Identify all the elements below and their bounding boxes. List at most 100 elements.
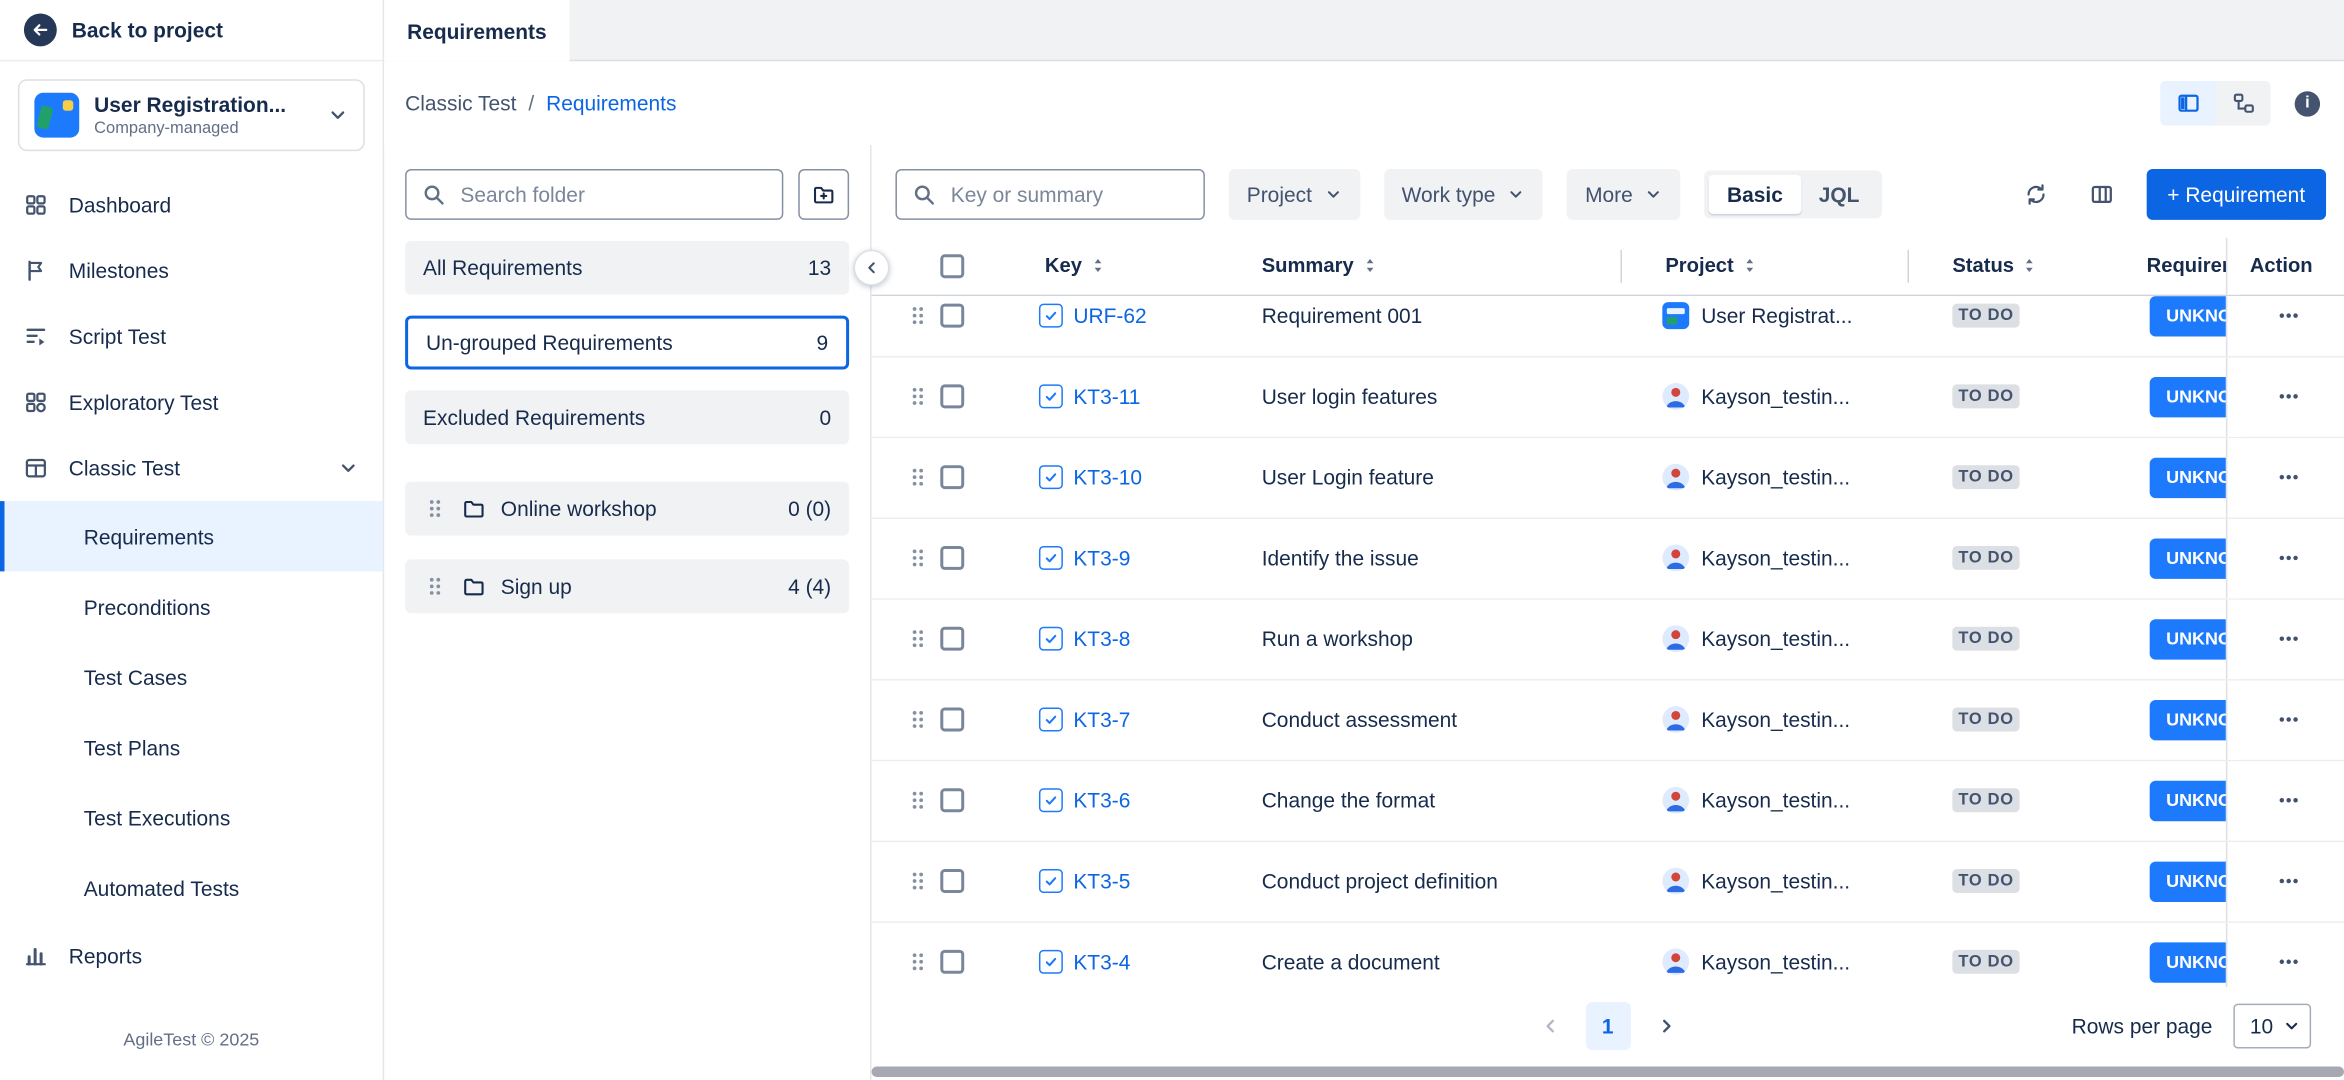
group-excluded-requirements[interactable]: Excluded Requirements 0 bbox=[405, 390, 849, 444]
column-header-project[interactable]: Project bbox=[1620, 238, 1907, 294]
breadcrumb-parent[interactable]: Classic Test bbox=[405, 91, 516, 115]
drag-handle-icon[interactable] bbox=[895, 599, 940, 678]
column-header-requirement[interactable]: Requirement bbox=[2135, 238, 2226, 294]
more-filter-button[interactable]: More bbox=[1567, 169, 1680, 220]
add-requirement-button[interactable]: + Requirement bbox=[2146, 169, 2326, 220]
issue-key-link[interactable]: KT3-5 bbox=[1073, 869, 1130, 893]
row-checkbox[interactable] bbox=[940, 385, 964, 409]
sidebar-item-test-cases[interactable]: Test Cases bbox=[0, 642, 383, 712]
next-page-button[interactable] bbox=[1645, 1002, 1687, 1050]
sidebar-item-classic-test[interactable]: Classic Test bbox=[0, 435, 383, 501]
tab-requirements[interactable]: Requirements bbox=[384, 0, 569, 61]
back-to-project-button[interactable]: Back to project bbox=[0, 0, 383, 61]
sidebar-item-automated-tests[interactable]: Automated Tests bbox=[0, 853, 383, 923]
page-number-button[interactable]: 1 bbox=[1585, 1002, 1630, 1050]
row-checkbox[interactable] bbox=[940, 465, 964, 489]
row-actions-button[interactable] bbox=[2265, 863, 2313, 899]
row-actions-button[interactable] bbox=[2265, 944, 2313, 980]
summary-cell[interactable]: Change the format bbox=[1254, 761, 1620, 840]
project-filter-button[interactable]: Project bbox=[1229, 169, 1360, 220]
group-all-requirements[interactable]: All Requirements 13 bbox=[405, 241, 849, 295]
column-header-summary[interactable]: Summary bbox=[1254, 238, 1620, 294]
row-checkbox[interactable] bbox=[940, 304, 964, 328]
issue-key-link[interactable]: KT3-11 bbox=[1073, 385, 1140, 409]
drag-handle-icon[interactable] bbox=[423, 574, 447, 598]
jql-mode-button[interactable]: JQL bbox=[1801, 175, 1878, 214]
breadcrumb-current[interactable]: Requirements bbox=[546, 91, 676, 115]
drag-handle-icon[interactable] bbox=[895, 761, 940, 840]
rows-per-page-select[interactable]: 10 bbox=[2233, 1004, 2311, 1049]
folder-search-input[interactable] bbox=[457, 181, 766, 208]
row-actions-button[interactable] bbox=[2265, 540, 2313, 576]
sidebar-item-script-test[interactable]: Script Test bbox=[0, 304, 383, 370]
sidebar-item-milestones[interactable]: Milestones bbox=[0, 238, 383, 304]
issue-key-link[interactable]: KT3-10 bbox=[1073, 465, 1142, 489]
issue-key-link[interactable]: KT3-8 bbox=[1073, 627, 1130, 651]
sidebar-item-exploratory-test[interactable]: Exploratory Test bbox=[0, 369, 383, 435]
summary-cell[interactable]: Run a workshop bbox=[1254, 599, 1620, 678]
key-summary-search-input[interactable] bbox=[948, 181, 1189, 208]
info-icon[interactable] bbox=[2295, 90, 2320, 115]
drag-handle-icon[interactable] bbox=[895, 519, 940, 598]
row-actions-button[interactable] bbox=[2265, 379, 2313, 415]
folder-item[interactable]: Sign up 4 (4) bbox=[405, 559, 849, 613]
sidebar-item-requirements[interactable]: Requirements bbox=[0, 501, 383, 571]
row-actions-button[interactable] bbox=[2265, 783, 2313, 819]
sidebar-item-test-executions[interactable]: Test Executions bbox=[0, 782, 383, 852]
basic-mode-button[interactable]: Basic bbox=[1709, 175, 1801, 214]
requirement-status-button[interactable]: UNKNOWN bbox=[2150, 700, 2226, 740]
panel-view-button[interactable] bbox=[2160, 81, 2215, 126]
summary-cell[interactable]: Conduct assessment bbox=[1254, 680, 1620, 759]
row-actions-button[interactable] bbox=[2265, 621, 2313, 657]
project-selector[interactable]: User Registration... Company-managed bbox=[18, 79, 365, 151]
requirement-status-button[interactable]: UNKNOWN bbox=[2150, 780, 2226, 820]
row-actions-button[interactable] bbox=[2265, 702, 2313, 738]
summary-cell[interactable]: Conduct project definition bbox=[1254, 842, 1620, 921]
drag-handle-icon[interactable] bbox=[895, 680, 940, 759]
column-header-key[interactable]: Key bbox=[985, 238, 1254, 294]
drag-handle-icon[interactable] bbox=[895, 296, 940, 356]
add-folder-button[interactable] bbox=[798, 169, 849, 220]
drag-handle-icon[interactable] bbox=[895, 357, 940, 436]
requirement-status-button[interactable]: UNKNOWN bbox=[2150, 538, 2226, 578]
row-checkbox[interactable] bbox=[940, 789, 964, 813]
sidebar-item-dashboard[interactable]: Dashboard bbox=[0, 172, 383, 238]
select-all-checkbox[interactable] bbox=[940, 254, 964, 278]
issue-key-link[interactable]: KT3-9 bbox=[1073, 546, 1130, 570]
issue-key-link[interactable]: KT3-6 bbox=[1073, 789, 1130, 813]
summary-cell[interactable]: User login features bbox=[1254, 357, 1620, 436]
issue-key-link[interactable]: KT3-7 bbox=[1073, 708, 1130, 732]
issue-key-link[interactable]: URF-62 bbox=[1073, 304, 1146, 328]
requirement-status-button[interactable]: UNKNOWN bbox=[2150, 861, 2226, 901]
columns-button[interactable] bbox=[2081, 174, 2123, 216]
column-header-status[interactable]: Status bbox=[1907, 238, 2134, 294]
requirement-status-button[interactable]: UNKNOWN bbox=[2150, 619, 2226, 659]
drag-handle-icon[interactable] bbox=[895, 922, 940, 987]
summary-cell[interactable]: Create a document bbox=[1254, 922, 1620, 987]
row-actions-button[interactable] bbox=[2265, 298, 2313, 334]
row-checkbox[interactable] bbox=[940, 546, 964, 570]
row-checkbox[interactable] bbox=[940, 627, 964, 651]
drag-handle-icon[interactable] bbox=[423, 497, 447, 521]
summary-cell[interactable]: Requirement 001 bbox=[1254, 296, 1620, 356]
drag-handle-icon[interactable] bbox=[895, 438, 940, 517]
folder-item[interactable]: Online workshop 0 (0) bbox=[405, 482, 849, 536]
tree-view-button[interactable] bbox=[2215, 81, 2270, 126]
requirement-status-button[interactable]: UNKNOWN bbox=[2150, 457, 2226, 497]
sidebar-item-test-plans[interactable]: Test Plans bbox=[0, 712, 383, 782]
horizontal-scrollbar[interactable] bbox=[872, 1067, 2344, 1077]
sidebar-item-reports[interactable]: Reports bbox=[0, 923, 383, 989]
sidebar-item-preconditions[interactable]: Preconditions bbox=[0, 571, 383, 641]
row-actions-button[interactable] bbox=[2265, 460, 2313, 496]
group-ungrouped-requirements[interactable]: Un-grouped Requirements 9 bbox=[405, 316, 849, 370]
row-checkbox[interactable] bbox=[940, 869, 964, 893]
summary-cell[interactable]: User Login feature bbox=[1254, 438, 1620, 517]
requirement-status-button[interactable]: UNKNOWN bbox=[2150, 296, 2226, 336]
work-type-filter-button[interactable]: Work type bbox=[1384, 169, 1544, 220]
issue-key-link[interactable]: KT3-4 bbox=[1073, 950, 1130, 974]
requirement-status-button[interactable]: UNKNOWN bbox=[2150, 376, 2226, 416]
refresh-button[interactable] bbox=[2015, 174, 2057, 216]
row-checkbox[interactable] bbox=[940, 708, 964, 732]
requirement-status-button[interactable]: UNKNOWN bbox=[2150, 942, 2226, 982]
summary-cell[interactable]: Identify the issue bbox=[1254, 519, 1620, 598]
